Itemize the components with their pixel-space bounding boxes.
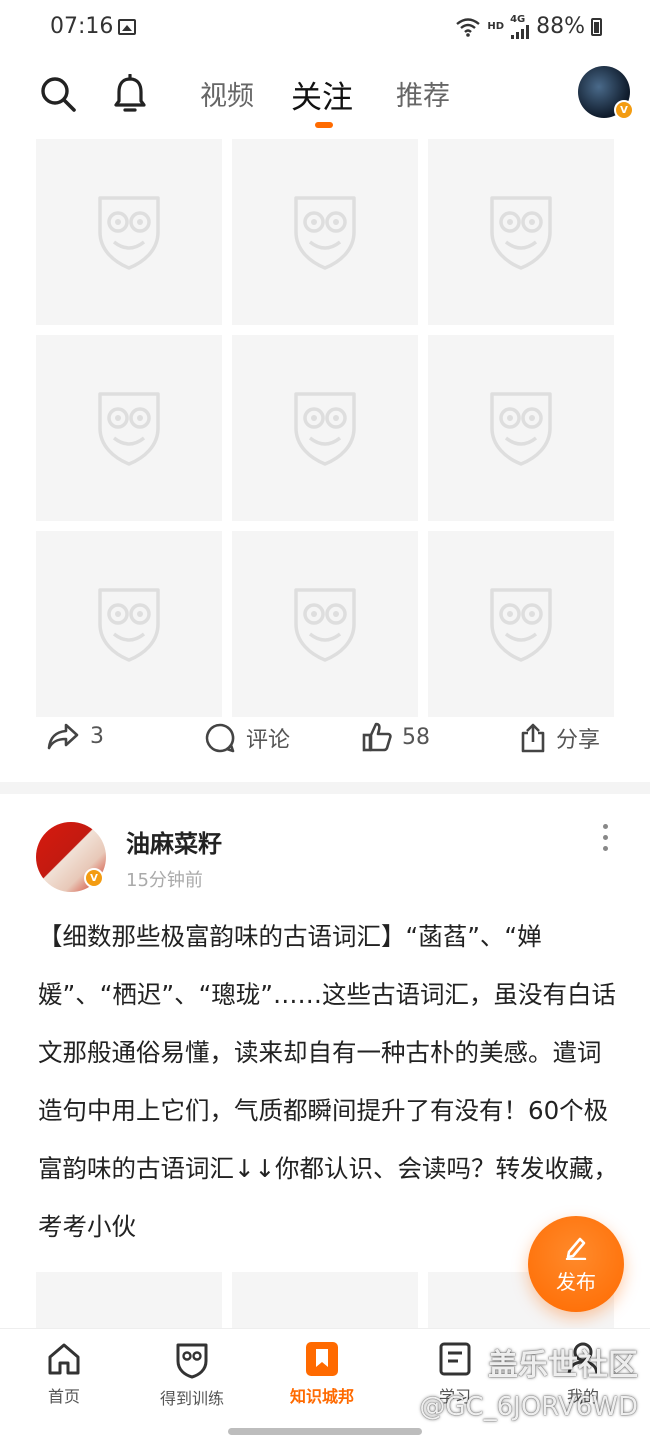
network-type: HD xyxy=(487,21,505,32)
status-indicators: HD 4G 88% xyxy=(455,14,602,39)
thumbs-up-icon xyxy=(362,722,392,752)
image-placeholder[interactable] xyxy=(428,531,614,717)
signal-type: 4G xyxy=(510,14,526,25)
wifi-icon xyxy=(456,17,481,37)
image-notification-icon xyxy=(118,19,136,35)
repost-count: 3 xyxy=(90,723,104,749)
nav-knowledge[interactable]: 知识城邦 xyxy=(290,1341,354,1407)
publish-button[interactable]: 发布 xyxy=(528,1216,624,1312)
image-placeholder[interactable] xyxy=(428,335,614,521)
repost-button[interactable]: 3 xyxy=(46,722,104,750)
image-placeholder[interactable] xyxy=(232,1272,418,1328)
share-label: 分享 xyxy=(556,728,601,753)
image-placeholder[interactable] xyxy=(232,139,418,325)
user-avatar[interactable]: V xyxy=(578,66,634,120)
active-tab-indicator xyxy=(315,122,333,128)
repost-icon xyxy=(47,723,79,750)
home-indicator xyxy=(228,1428,422,1435)
image-placeholder[interactable] xyxy=(428,139,614,325)
nav-training-label: 得到训练 xyxy=(160,1389,225,1408)
author-verified-badge-icon: V xyxy=(84,868,104,888)
battery-icon xyxy=(591,17,602,36)
home-icon xyxy=(48,1343,80,1375)
image-placeholder[interactable] xyxy=(232,531,418,717)
watermark: 盖乐世社区 @GC_6JORV6WD xyxy=(419,1340,638,1422)
nav-knowledge-label: 知识城邦 xyxy=(290,1387,355,1406)
bookmark-icon xyxy=(306,1342,338,1376)
like-count: 58 xyxy=(402,724,430,750)
image-placeholder[interactable] xyxy=(36,1272,222,1328)
cell-signal: 4G xyxy=(510,14,530,39)
tab-video[interactable]: 视频 xyxy=(200,74,254,113)
nav-training[interactable]: 得到训练 xyxy=(160,1341,224,1409)
nav-home-label: 首页 xyxy=(47,1387,80,1406)
post-text[interactable]: 【细数那些极富韵味的古语词汇】“菡萏”、“婵媛”、“栖迟”、“璁珑”……这些古语… xyxy=(38,908,623,1238)
tab-following[interactable]: 关注 xyxy=(291,72,353,117)
comment-button[interactable]: 评论 xyxy=(204,722,290,754)
publish-label: 发布 xyxy=(556,1269,596,1294)
nav-home[interactable]: 首页 xyxy=(46,1341,82,1407)
image-placeholder[interactable] xyxy=(232,335,418,521)
share-icon xyxy=(521,723,545,753)
bell-icon[interactable] xyxy=(112,74,148,114)
share-button[interactable]: 分享 xyxy=(520,722,600,754)
tab-recommend[interactable]: 推荐 xyxy=(396,74,450,113)
author-name[interactable]: 油麻菜籽 xyxy=(126,824,222,859)
status-time: 07:16 xyxy=(50,14,114,39)
watermark-user: @GC_6JORV6WD xyxy=(419,1392,638,1422)
more-options-icon[interactable] xyxy=(598,824,612,851)
post-time: 15分钟前 xyxy=(126,870,203,891)
signal-bars-icon xyxy=(511,25,530,39)
battery-percent: 88% xyxy=(536,14,585,39)
watermark-brand: 盖乐世社区 xyxy=(488,1348,638,1383)
image-placeholder[interactable] xyxy=(36,139,222,325)
image-placeholder[interactable] xyxy=(36,335,222,521)
pencil-icon xyxy=(565,1237,587,1260)
comment-icon xyxy=(205,723,235,753)
owl-shield-icon xyxy=(176,1343,208,1379)
comment-label: 评论 xyxy=(246,728,291,753)
search-icon[interactable] xyxy=(40,76,76,112)
like-button[interactable]: 58 xyxy=(362,722,430,752)
feed-divider xyxy=(0,782,650,794)
image-placeholder[interactable] xyxy=(36,531,222,717)
verified-badge-icon: V xyxy=(614,100,634,120)
